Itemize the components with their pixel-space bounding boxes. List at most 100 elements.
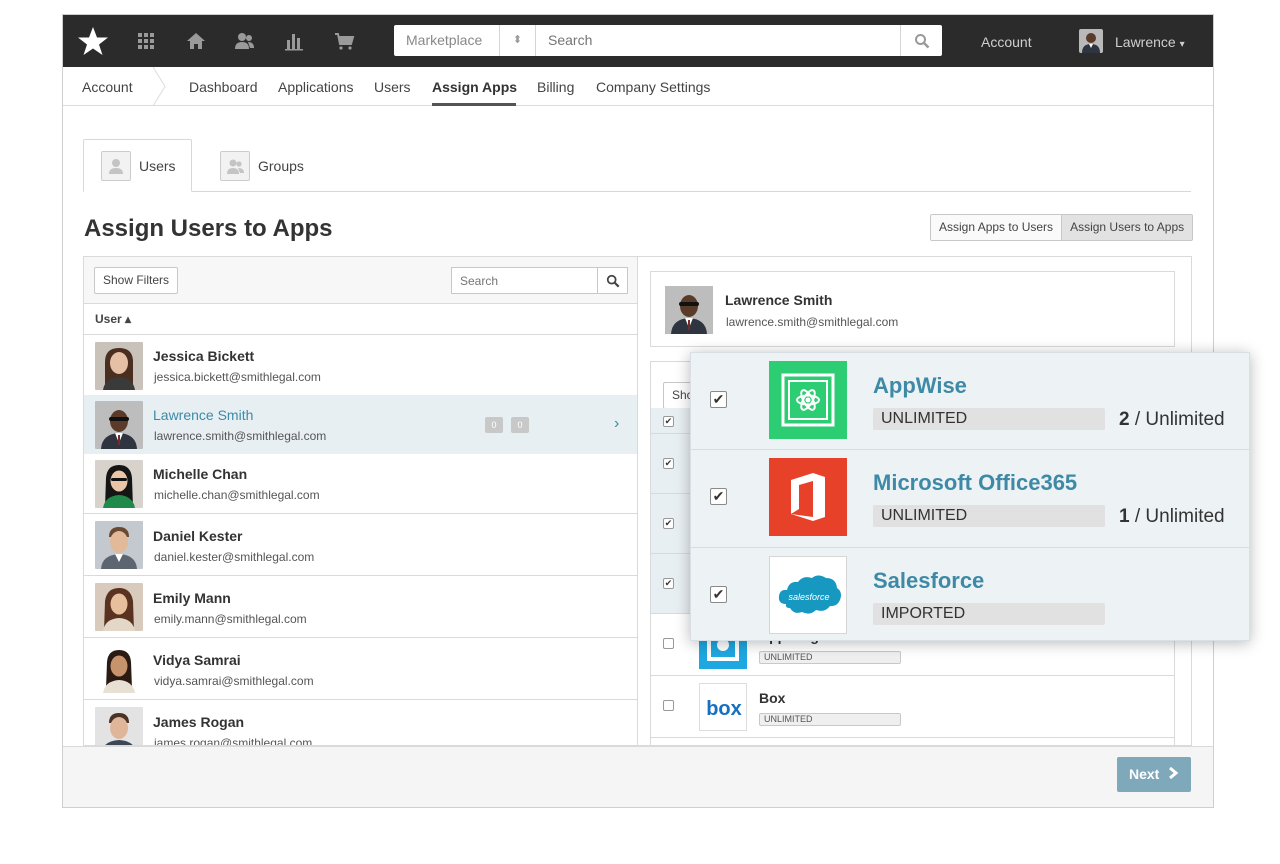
used-count: 2 xyxy=(1119,409,1130,430)
show-filters-button[interactable]: Show Filters xyxy=(94,267,179,294)
chart-icon[interactable] xyxy=(283,31,305,51)
user-name: Lawrence Smith xyxy=(153,407,254,423)
app-name: Box xyxy=(759,690,786,706)
marketplace-select[interactable]: Marketplace xyxy=(394,25,500,56)
app-row[interactable]: box Box UNLIMITED xyxy=(651,676,1174,738)
active-tab-indicator xyxy=(432,103,516,106)
nav-dashboard[interactable]: Dashboard xyxy=(189,79,258,95)
license-badge: UNLIMITED xyxy=(759,651,901,664)
app-checkbox[interactable] xyxy=(663,700,674,711)
avatar xyxy=(95,401,143,449)
user-search-button[interactable] xyxy=(597,267,628,294)
home-icon[interactable] xyxy=(185,31,207,51)
user-row[interactable]: Vidya Samrai vidya.samrai@smithlegal.com xyxy=(84,638,637,700)
license-badge: UNLIMITED xyxy=(873,505,1105,527)
avatar xyxy=(95,583,143,631)
user-column-header[interactable]: User ▴ xyxy=(84,304,637,335)
app-checkbox[interactable]: ✔ xyxy=(663,458,674,469)
avatar xyxy=(95,645,143,693)
salesforce-logo-text: salesforce xyxy=(788,592,829,602)
user-row[interactable]: Michelle Chan michelle.chan@smithlegal.c… xyxy=(84,454,637,514)
avatar xyxy=(665,286,713,334)
user-email: michelle.chan@smithlegal.com xyxy=(154,488,320,502)
nav-users[interactable]: Users xyxy=(374,79,411,95)
sub-navigation: Account Dashboard Applications Users Ass… xyxy=(63,67,1213,106)
user-list-panel: Show Filters User ▴ Jessica Bickett jess… xyxy=(83,256,638,746)
total-count: / Unlimited xyxy=(1134,409,1225,430)
search-icon xyxy=(914,33,929,48)
user-name: Jessica Bickett xyxy=(153,348,255,364)
assign-users-to-apps-button[interactable]: Assign Users to Apps xyxy=(1061,215,1193,240)
search-input[interactable] xyxy=(536,25,896,56)
assign-mode-toggle: Assign Apps to Users Assign Users to App… xyxy=(930,214,1194,241)
avatar[interactable] xyxy=(1079,29,1103,53)
selected-user-email: lawrence.smith@smithlegal.com xyxy=(726,315,899,329)
app-name: Microsoft Office365 xyxy=(873,470,1078,495)
user-menu[interactable]: Lawrence ▾ xyxy=(1115,34,1185,50)
app-checkbox[interactable]: ✔ xyxy=(710,391,727,408)
cart-icon[interactable] xyxy=(333,31,355,51)
license-badge: UNLIMITED xyxy=(759,713,901,726)
search-button[interactable] xyxy=(900,25,942,56)
app-name: Salesforce xyxy=(873,568,985,593)
appwise-logo xyxy=(769,361,847,439)
user-name: Vidya Samrai xyxy=(153,652,241,668)
avatar xyxy=(95,342,143,390)
license-usage: 1 / Unlimited xyxy=(1119,506,1225,528)
tab-users[interactable]: Users xyxy=(83,139,192,192)
user-row-selected[interactable]: Lawrence Smith lawrence.smith@smithlegal… xyxy=(84,395,637,455)
app-checkbox[interactable]: ✔ xyxy=(710,586,727,603)
top-navbar: Marketplace ⬍ Account Lawrence ▾ xyxy=(63,15,1213,67)
app-checkbox[interactable] xyxy=(663,638,674,649)
star-icon[interactable] xyxy=(77,26,109,56)
chevron-right-icon xyxy=(1169,766,1179,780)
app-checkbox[interactable]: ✔ xyxy=(663,416,674,427)
user-name: Emily Mann xyxy=(153,590,231,606)
tab-groups-label: Groups xyxy=(258,157,304,174)
breadcrumb-separator xyxy=(152,67,166,106)
account-link[interactable]: Account xyxy=(981,34,1032,50)
select-updown-icon[interactable]: ⬍ xyxy=(500,25,536,56)
tab-bar: Users Groups xyxy=(83,139,1191,192)
app-row[interactable]: ✔ AppWise UNLIMITED 2 / Unlimited xyxy=(691,353,1249,450)
group-icon xyxy=(220,150,250,181)
search-icon xyxy=(606,274,619,287)
svg-text:box: box xyxy=(706,698,742,720)
nav-account[interactable]: Account xyxy=(82,79,133,95)
user-row[interactable]: Jessica Bickett jessica.bickett@smithleg… xyxy=(84,336,637,396)
avatar xyxy=(95,707,143,745)
user-name: Daniel Kester xyxy=(153,528,243,544)
apps-grid-icon[interactable] xyxy=(135,31,157,51)
next-button[interactable]: Next xyxy=(1117,757,1191,792)
avatar xyxy=(95,460,143,508)
app-name: AppWise xyxy=(873,373,967,398)
nav-applications[interactable]: Applications xyxy=(278,79,354,95)
nav-company-settings[interactable]: Company Settings xyxy=(596,79,710,95)
user-email: james.rogan@smithlegal.com xyxy=(154,736,313,746)
app-checkbox[interactable]: ✔ xyxy=(663,578,674,589)
users-icon[interactable] xyxy=(233,31,255,51)
license-usage: 2 / Unlimited xyxy=(1119,409,1225,431)
avatar xyxy=(95,521,143,569)
user-search-input[interactable] xyxy=(451,267,598,294)
tab-groups[interactable]: Groups xyxy=(220,139,320,192)
user-email: jessica.bickett@smithlegal.com xyxy=(154,370,321,384)
assign-apps-to-users-button[interactable]: Assign Apps to Users xyxy=(931,215,1062,240)
license-badge: UNLIMITED xyxy=(873,408,1105,430)
chevron-right-icon[interactable]: › xyxy=(614,415,619,433)
user-row[interactable]: Emily Mann emily.mann@smithlegal.com xyxy=(84,576,637,638)
app-row[interactable]: ✔ Microsoft Office365 UNLIMITED 1 / Unli… xyxy=(691,450,1249,548)
license-badge: IMPORTED xyxy=(873,603,1105,625)
app-checkbox[interactable]: ✔ xyxy=(710,488,727,505)
nav-billing[interactable]: Billing xyxy=(537,79,574,95)
app-count-badge: 0 xyxy=(485,417,503,433)
tab-users-label: Users xyxy=(139,157,176,174)
user-row[interactable]: James Rogan james.rogan@smithlegal.com xyxy=(84,700,637,746)
app-checkbox[interactable]: ✔ xyxy=(663,518,674,529)
salesforce-logo: salesforce xyxy=(769,556,847,634)
nav-assign-apps[interactable]: Assign Apps xyxy=(432,79,517,95)
user-row[interactable]: Daniel Kester daniel.kester@smithlegal.c… xyxy=(84,514,637,576)
app-row[interactable]: ✔ salesforce Salesforce IMPORTED xyxy=(691,548,1249,645)
user-name: Lawrence xyxy=(1115,34,1176,50)
user-email: daniel.kester@smithlegal.com xyxy=(154,550,315,564)
